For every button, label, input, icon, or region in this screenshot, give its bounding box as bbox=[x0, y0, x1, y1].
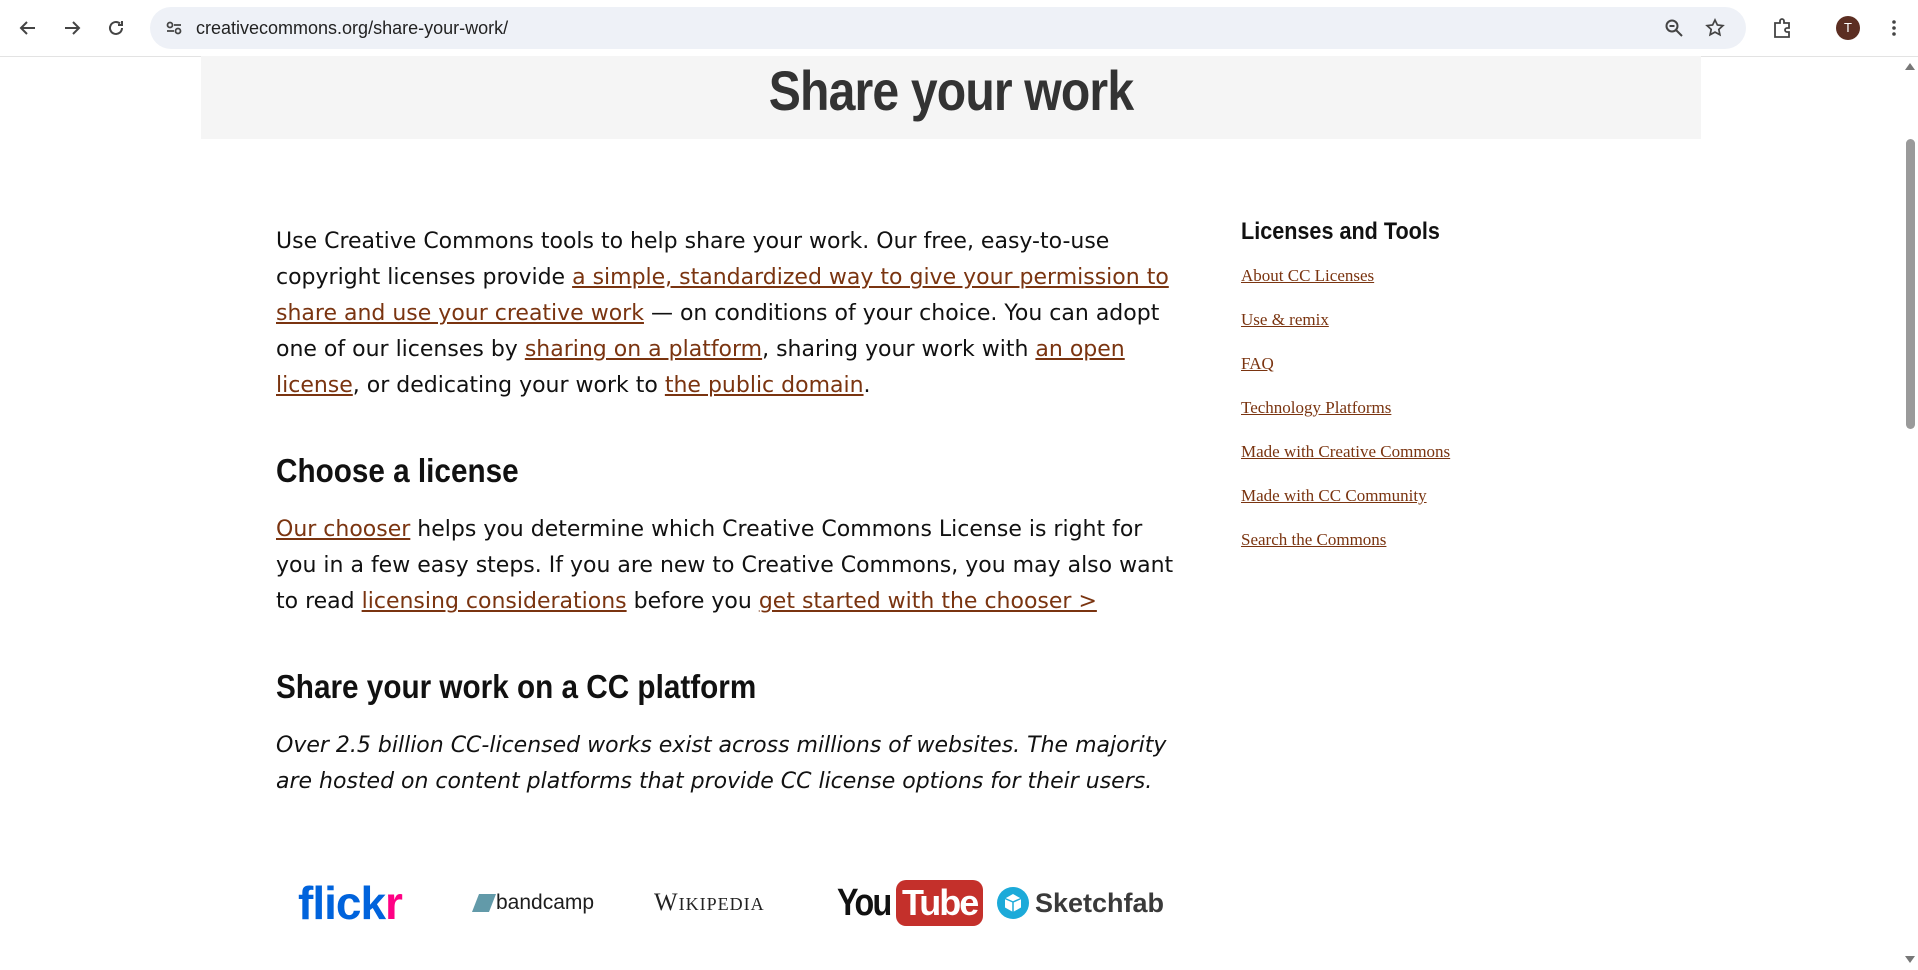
platform-heading: Share your work on a CC platform bbox=[276, 668, 757, 705]
licensing-considerations-link[interactable]: licensing considerations bbox=[362, 589, 627, 614]
main-content: Use Creative Commons tools to help share… bbox=[276, 224, 1176, 800]
browser-toolbar: creativecommons.org/share-your-work/ T bbox=[0, 0, 1918, 57]
extensions-icon[interactable] bbox=[1768, 14, 1796, 42]
platform-paragraph: Over 2.5 billion CC-licensed works exist… bbox=[276, 733, 1167, 794]
sidebar-heading: Licenses and Tools bbox=[1241, 218, 1440, 245]
intro-paragraph: Use Creative Commons tools to help share… bbox=[276, 224, 1176, 404]
bookmark-star-icon[interactable] bbox=[1705, 7, 1725, 49]
youtube-tube-text: Tube bbox=[895, 880, 984, 926]
profile-avatar[interactable]: T bbox=[1836, 16, 1860, 40]
sidebar-licenses-tools: Licenses and Tools About CC Licenses Use… bbox=[1241, 218, 1462, 574]
sidebar-link-made-with-cc[interactable]: Made with Creative Commons bbox=[1241, 442, 1462, 486]
sidebar-link-search-the-commons[interactable]: Search the Commons bbox=[1241, 530, 1462, 574]
scroll-down-arrow-icon[interactable] bbox=[1905, 956, 1915, 963]
sketchfab-logo-text: Sketchfab bbox=[1035, 887, 1165, 918]
wikipedia-logo[interactable]: Wikipedia bbox=[654, 868, 765, 938]
youtube-you-text: You bbox=[837, 881, 892, 924]
bandcamp-icon bbox=[472, 894, 496, 912]
reload-icon[interactable] bbox=[102, 14, 130, 42]
forward-icon[interactable] bbox=[58, 14, 86, 42]
url-text[interactable]: creativecommons.org/share-your-work/ bbox=[196, 7, 508, 49]
sidebar-link-made-with-cc-community[interactable]: Made with CC Community bbox=[1241, 486, 1462, 530]
intro-text: . bbox=[863, 373, 871, 398]
address-bar[interactable]: creativecommons.org/share-your-work/ bbox=[150, 7, 1746, 49]
flickr-logo[interactable]: flickr bbox=[298, 868, 403, 938]
zoom-icon[interactable] bbox=[1664, 7, 1684, 49]
sketchfab-icon bbox=[997, 887, 1029, 919]
menu-icon[interactable] bbox=[1880, 14, 1908, 42]
platform-logos: flickr bandcamp Wikipedia You Tube Sketc… bbox=[276, 868, 1176, 938]
page-hero: Share your work bbox=[201, 56, 1701, 139]
choose-license-heading: Choose a license bbox=[276, 452, 519, 489]
sidebar-link-technology-platforms[interactable]: Technology Platforms bbox=[1241, 398, 1462, 442]
youtube-logo[interactable]: You Tube bbox=[837, 868, 984, 938]
public-domain-link[interactable]: the public domain bbox=[665, 373, 864, 398]
flickr-logo-text: r bbox=[385, 877, 403, 929]
sharing-on-platform-link[interactable]: sharing on a platform bbox=[525, 337, 762, 362]
back-icon[interactable] bbox=[14, 14, 42, 42]
bandcamp-logo[interactable]: bandcamp bbox=[472, 868, 594, 938]
intro-text: , or dedicating your work to bbox=[352, 373, 665, 398]
wikipedia-logo-text: Wikipedia bbox=[654, 889, 765, 916]
site-settings-icon[interactable] bbox=[164, 7, 184, 49]
sidebar-link-about-cc-licenses[interactable]: About CC Licenses bbox=[1241, 266, 1462, 310]
bandcamp-logo-text: bandcamp bbox=[496, 891, 595, 914]
sketchfab-logo[interactable]: Sketchfab bbox=[997, 868, 1164, 938]
choose-paragraph: Our chooser helps you determine which Cr… bbox=[276, 512, 1176, 620]
sidebar-link-faq[interactable]: FAQ bbox=[1241, 354, 1462, 398]
sidebar-link-use-remix[interactable]: Use & remix bbox=[1241, 310, 1462, 354]
get-started-chooser-link[interactable]: get started with the chooser > bbox=[759, 589, 1097, 614]
page-scrollbar[interactable] bbox=[1902, 57, 1918, 970]
our-chooser-link[interactable]: Our chooser bbox=[276, 517, 410, 542]
choose-text: before you bbox=[626, 589, 759, 614]
page-title: Share your work bbox=[768, 59, 1134, 122]
scroll-up-arrow-icon[interactable] bbox=[1905, 63, 1915, 70]
scrollbar-thumb[interactable] bbox=[1906, 139, 1915, 429]
intro-text: , sharing your work with bbox=[762, 337, 1036, 362]
